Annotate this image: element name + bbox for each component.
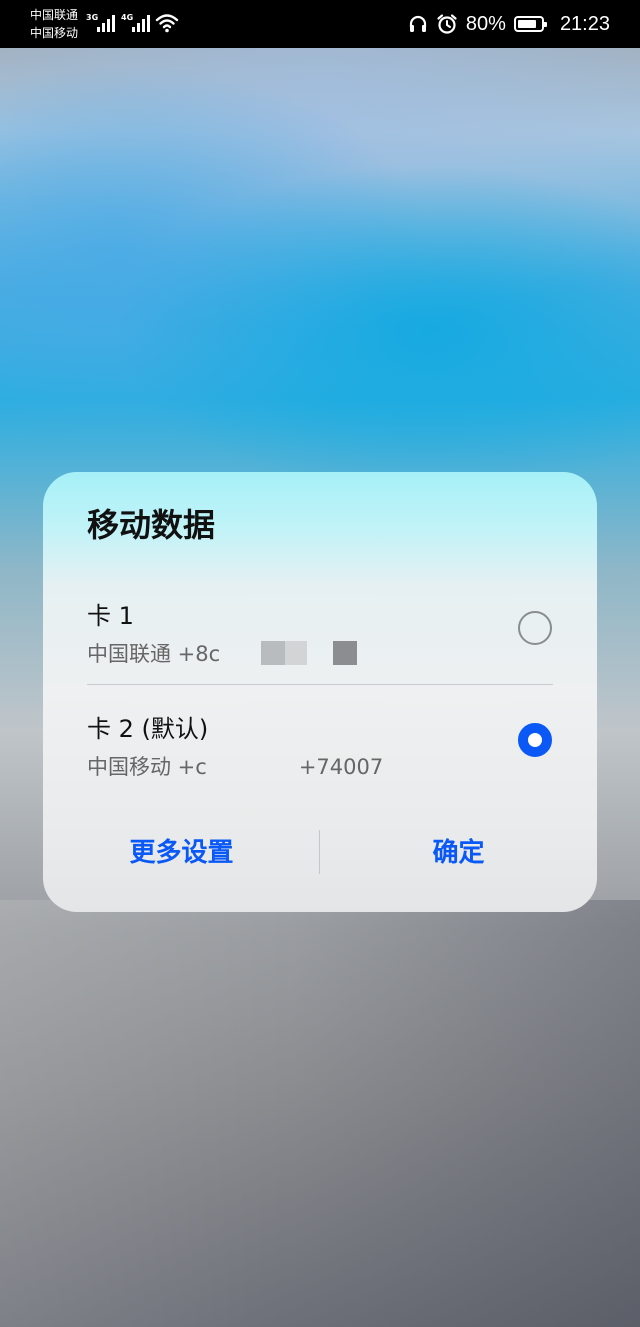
carrier-1-label: 中国联通: [30, 8, 79, 22]
sim-card-2-number-prefix: 中国移动 +c: [87, 755, 207, 779]
more-settings-button[interactable]: 更多设置: [43, 817, 320, 883]
sim-card-2-radio-selected[interactable]: [518, 723, 552, 757]
battery-icon: [513, 16, 547, 32]
sim-card-2-carrier-number: 中国移动 +c +74007: [87, 751, 383, 781]
status-right-group: 80% 21:23: [408, 0, 610, 48]
signal-icon: [132, 14, 150, 32]
option-divider: [87, 684, 553, 685]
clock: 21:23: [559, 12, 610, 35]
sim-card-1-option[interactable]: 卡 1 中国联通 +8c: [43, 582, 597, 686]
dialog-title: 移动数据: [87, 506, 216, 544]
alarm-icon: [437, 14, 457, 34]
sim-card-1-radio[interactable]: [518, 611, 552, 645]
sim-card-2-option[interactable]: 卡 2 (默认) 中国移动 +c +74007: [43, 687, 597, 802]
headphones-icon: [409, 15, 427, 32]
blur-mask: [333, 641, 357, 665]
wifi-icon: [155, 14, 179, 33]
confirm-button[interactable]: 确定: [320, 817, 597, 883]
mobile-data-dialog: 移动数据 卡 1 中国联通 +8c 卡 2 (默认) 中国移动 +c +74007…: [43, 472, 597, 912]
battery-fill: [517, 20, 536, 28]
wallpaper-shade: [0, 900, 640, 1327]
carrier-2-label: 中国移动: [30, 26, 79, 40]
sim-card-1-label: 卡 1: [87, 602, 134, 630]
carrier-labels: 中国联通 中国移动: [30, 6, 78, 42]
battery-percent: 80%: [465, 12, 506, 35]
sim-card-2-label: 卡 2 (默认): [87, 715, 209, 743]
blur-mask: [261, 641, 285, 665]
signal-icon: [97, 14, 115, 32]
status-bar: 中国联通 中国移动 3G 4G 80% 21:23: [0, 0, 640, 48]
sim-card-1-carrier-number: 中国联通 +8c: [87, 638, 357, 668]
blur-mask: [285, 641, 307, 665]
sim-card-1-number-visible: 中国联通 +8c: [87, 642, 221, 666]
sim-card-2-number-suffix: +74007: [298, 755, 384, 779]
